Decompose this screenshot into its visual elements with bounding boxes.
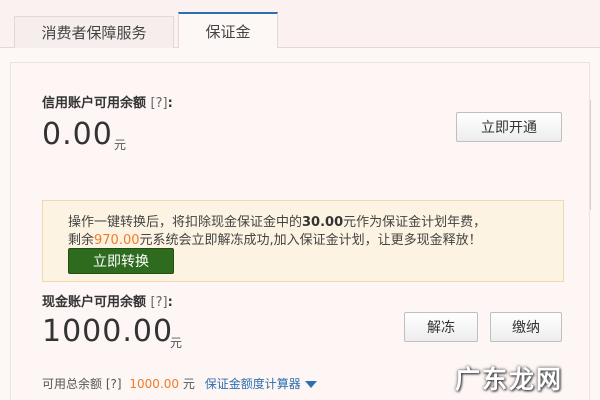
notice-remaining-amount: 970.00 [94,233,140,248]
credit-balance-label: 信用账户可用余额 [?]: [42,92,173,111]
total-balance-amount: 1000.00 [129,377,180,391]
convert-now-button[interactable]: 立即转换 [68,248,174,274]
conversion-notice: 操作一键转换后，将扣除现金保证金中的30.00元作为保证金计划年费， 剩余970… [42,200,564,282]
notice-fee-amount: 30.00 [302,215,344,230]
notice-line1-prefix: 操作一键转换后，将扣除现金保证金中的 [68,215,303,230]
unfreeze-button[interactable]: 解冻 [404,312,478,342]
deposit-calculator-link[interactable]: 保证金额度计算器 [205,377,301,391]
notice-line-2: 剩余970.00元系统会立即解冻成功,加入保证金计划，让更多现金释放！ [68,229,482,248]
cash-balance-amount: 1000.00 [42,314,174,349]
tab-consumer-protection[interactable]: 消费者保障服务 [14,16,174,48]
watermark-logo: 广东龙网 [455,365,564,394]
pay-button[interactable]: 缴纳 [490,312,562,342]
cash-label-text: 现金账户可用余额 [42,295,147,310]
cash-help-icon[interactable]: [?] [151,295,168,310]
notice-line1-suffix: 元作为保证金计划年费， [343,215,487,230]
credit-balance-unit: 元 [114,138,127,152]
total-balance-unit: 元 [182,377,195,391]
credit-help-icon[interactable]: [?] [151,96,168,111]
total-help-icon[interactable]: [?] [106,377,122,391]
total-balance-label: 可用总余额 [42,377,103,391]
open-now-button[interactable]: 立即开通 [456,112,562,142]
notice-line2-suffix: 元系统会立即解冻成功,加入保证金计划，让更多现金释放！ [139,233,482,248]
credit-balance-amount: 0.00 [42,117,113,152]
cash-balance-label: 现金账户可用余额 [?]: [42,291,173,310]
notice-line2-prefix: 剩余 [68,233,95,248]
notice-line-1: 操作一键转换后，将扣除现金保证金中的30.00元作为保证金计划年费， [68,211,486,230]
cash-label-colon: : [167,295,173,310]
tab-deposit[interactable]: 保证金 [178,12,278,49]
credit-label-text: 信用账户可用余额 [42,96,147,111]
tab-bar: 消费者保障服务 保证金 [0,0,600,49]
right-divider [590,100,591,210]
cash-balance-unit: 元 [170,336,183,350]
credit-label-colon: : [167,96,173,111]
total-balance-row: 可用总余额 [?] 1000.00 元 保证金额度计算器 [42,375,317,392]
dropdown-caret-icon[interactable] [304,381,317,388]
